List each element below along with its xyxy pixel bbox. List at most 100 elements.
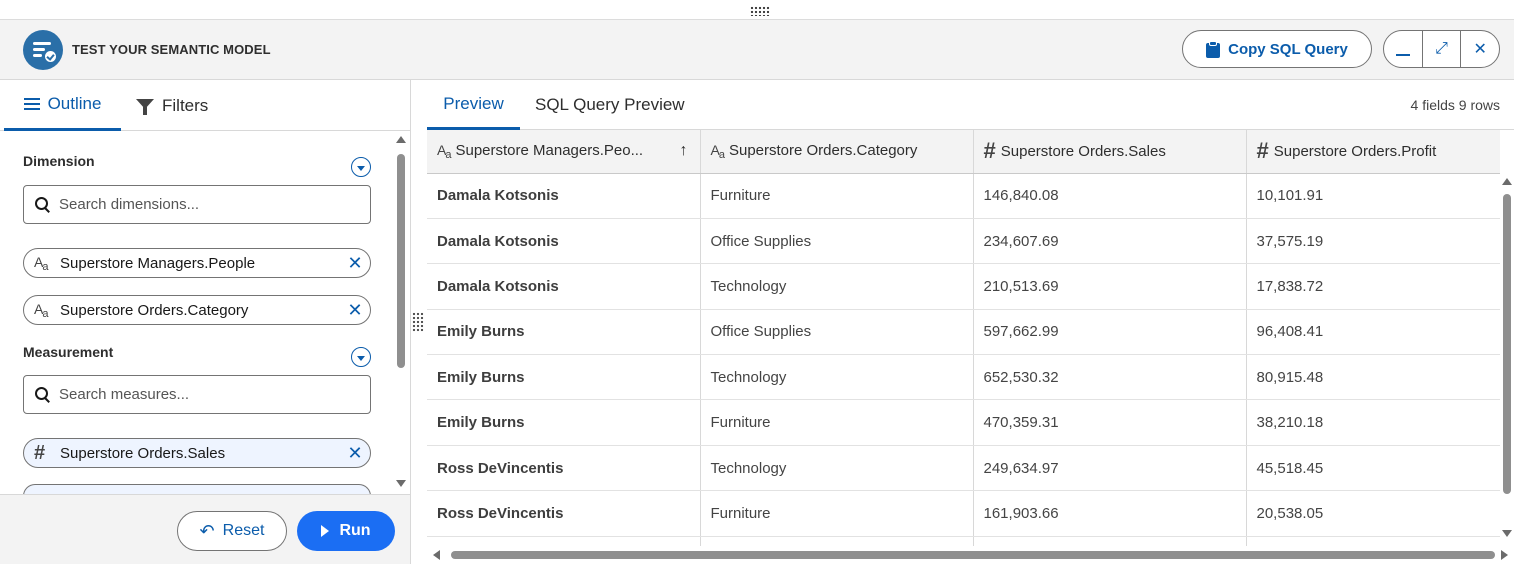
field-label: Superstore Orders.Category (60, 301, 249, 319)
results-table: Aa Superstore Managers.Peo... ↑ Aa Superst… (427, 130, 1500, 546)
remove-icon[interactable]: ✕ (340, 253, 370, 274)
table-header-row: Aa Superstore Managers.Peo... ↑ Aa Superst… (427, 130, 1500, 174)
table-row[interactable]: Ross DeVincentis Furniture 161,903.66 20,53… (427, 490, 1500, 537)
table-cell: 96,408.41 (1246, 309, 1500, 356)
table-cell: 597,662.99 (973, 309, 1247, 356)
fields-scrollbar[interactable] (394, 136, 408, 492)
top-strip (0, 0, 1514, 20)
measure-search-input[interactable] (59, 386, 349, 403)
scrollbar-thumb[interactable] (1503, 194, 1511, 494)
list-icon (23, 98, 40, 110)
scroll-right-icon[interactable] (1501, 550, 1508, 560)
table-cell (1246, 536, 1500, 546)
scroll-down-icon[interactable] (1502, 530, 1512, 537)
close-icon: ✕ (1473, 41, 1487, 58)
dimension-search-input[interactable] (59, 196, 349, 213)
table-cell: 234,607.69 (973, 218, 1247, 265)
field-label: Superstore Managers.People (60, 254, 256, 272)
measurement-collapse-button[interactable] (351, 347, 371, 367)
table-cell: Furniture (700, 173, 974, 219)
text-type-icon: Aa (34, 300, 48, 320)
table-cell: Furniture (700, 399, 974, 446)
run-button[interactable]: Run (297, 511, 395, 551)
measure-field-sales[interactable]: # Superstore Orders.Sales ✕ (23, 438, 371, 468)
scroll-left-icon[interactable] (433, 550, 440, 560)
drag-handle-icon[interactable] (750, 6, 770, 16)
table-cell: 80,915.48 (1246, 354, 1500, 401)
tab-filters[interactable]: Filters (136, 80, 208, 131)
field-label: Superstore Orders.Sales (60, 444, 226, 462)
expand-button[interactable]: ⤢ (1421, 31, 1461, 67)
table-row[interactable] (427, 536, 1500, 546)
table-cell: Damala Kotsonis (427, 173, 701, 219)
reset-label: Reset (222, 522, 265, 539)
copy-sql-query-button[interactable]: Copy SQL Query (1182, 30, 1372, 68)
column-header-profit[interactable]: # Superstore Orders.Profit (1246, 130, 1500, 174)
table-cell (700, 536, 974, 546)
table-row[interactable]: Damala Kotsonis Furniture 146,840.08 10,101… (427, 173, 1500, 219)
run-label: Run (339, 522, 371, 539)
fields-panel: Outline Filters Dimension Aa Superstore … (0, 80, 411, 564)
table-cell: 146,840.08 (973, 173, 1247, 219)
table-row[interactable]: Emily Burns Technology 652,530.32 80,915.48 (427, 354, 1500, 401)
table-row[interactable]: Damala Kotsonis Office Supplies 234,607.69… (427, 218, 1500, 265)
table-cell: Technology (700, 354, 974, 401)
table-cell: Emily Burns (427, 309, 701, 356)
dimension-field-category[interactable]: Aa Superstore Orders.Category ✕ (23, 295, 371, 325)
column-header-sales[interactable]: # Superstore Orders.Sales (973, 130, 1247, 174)
remove-icon[interactable]: ✕ (340, 443, 370, 464)
expand-icon: ⤢ (1435, 40, 1448, 57)
minimize-button[interactable] (1384, 31, 1422, 67)
results-vertical-scrollbar[interactable] (1500, 176, 1514, 544)
table-row[interactable]: Emily Burns Furniture 470,359.31 38,210.18 (427, 399, 1500, 446)
results-horizontal-scrollbar[interactable] (427, 546, 1514, 564)
table-cell: 38,210.18 (1246, 399, 1500, 446)
search-icon (35, 386, 51, 403)
tab-filters-label: Filters (162, 95, 209, 115)
table-row[interactable]: Emily Burns Office Supplies 597,662.99 96,4… (427, 309, 1500, 356)
dimension-field-people[interactable]: Aa Superstore Managers.People ✕ (23, 248, 371, 278)
table-cell: Office Supplies (700, 218, 974, 265)
scroll-up-icon[interactable] (396, 136, 406, 143)
panel-footer: ↶ Reset Run (0, 494, 410, 564)
scrollbar-thumb[interactable] (397, 154, 405, 368)
measurement-heading: Measurement (23, 344, 114, 360)
column-header-category[interactable]: Aa Superstore Orders.Category (700, 130, 974, 174)
tab-sql-query-preview[interactable]: SQL Query Preview (535, 80, 685, 130)
table-cell: Damala Kotsonis (427, 218, 701, 265)
window-controls: ⤢ ✕ (1383, 30, 1500, 68)
column-header-label: Superstore Orders.Sales (1000, 143, 1166, 161)
sort-ascending-icon[interactable]: ↑ (680, 142, 688, 160)
remove-icon[interactable]: ✕ (340, 300, 370, 321)
table-row[interactable]: Ross DeVincentis Technology 249,634.97 45,5… (427, 445, 1500, 492)
table-cell: 470,359.31 (973, 399, 1247, 446)
column-header-people[interactable]: Aa Superstore Managers.Peo... ↑ (427, 130, 701, 174)
scroll-up-icon[interactable] (1502, 178, 1512, 185)
preview-panel: Preview SQL Query Preview 4 fields 9 row… (427, 80, 1514, 564)
tab-preview[interactable]: Preview (427, 80, 520, 130)
table-cell: Ross DeVincentis (427, 490, 701, 537)
column-header-label: Superstore Managers.Peo... (455, 141, 644, 159)
table-cell: 249,634.97 (973, 445, 1247, 492)
text-type-icon: Aa (34, 253, 48, 273)
copy-sql-query-label: Copy SQL Query (1228, 40, 1348, 58)
panel-resize-handle-icon[interactable] (412, 312, 424, 332)
table-cell: 20,538.05 (1246, 490, 1500, 537)
text-type-icon: Aa (710, 141, 725, 161)
result-summary: 4 fields 9 rows (1410, 97, 1500, 113)
dimension-collapse-button[interactable] (351, 157, 371, 177)
scroll-down-icon[interactable] (396, 480, 406, 487)
clipboard-icon (1206, 40, 1221, 58)
text-type-icon: Aa (437, 141, 451, 161)
table-cell (973, 536, 1247, 546)
number-type-icon: # (34, 441, 46, 464)
table-row[interactable]: Damala Kotsonis Technology 210,513.69 17,83… (427, 263, 1500, 310)
table-cell: 10,101.91 (1246, 173, 1500, 219)
chevron-down-icon (357, 165, 365, 171)
reset-button[interactable]: ↶ Reset (177, 511, 287, 551)
table-cell: 37,575.19 (1246, 218, 1500, 265)
tab-outline-label: Outline (47, 94, 102, 113)
close-button[interactable]: ✕ (1460, 31, 1499, 67)
tab-outline[interactable]: Outline (4, 80, 121, 131)
scrollbar-thumb[interactable] (451, 551, 1495, 559)
